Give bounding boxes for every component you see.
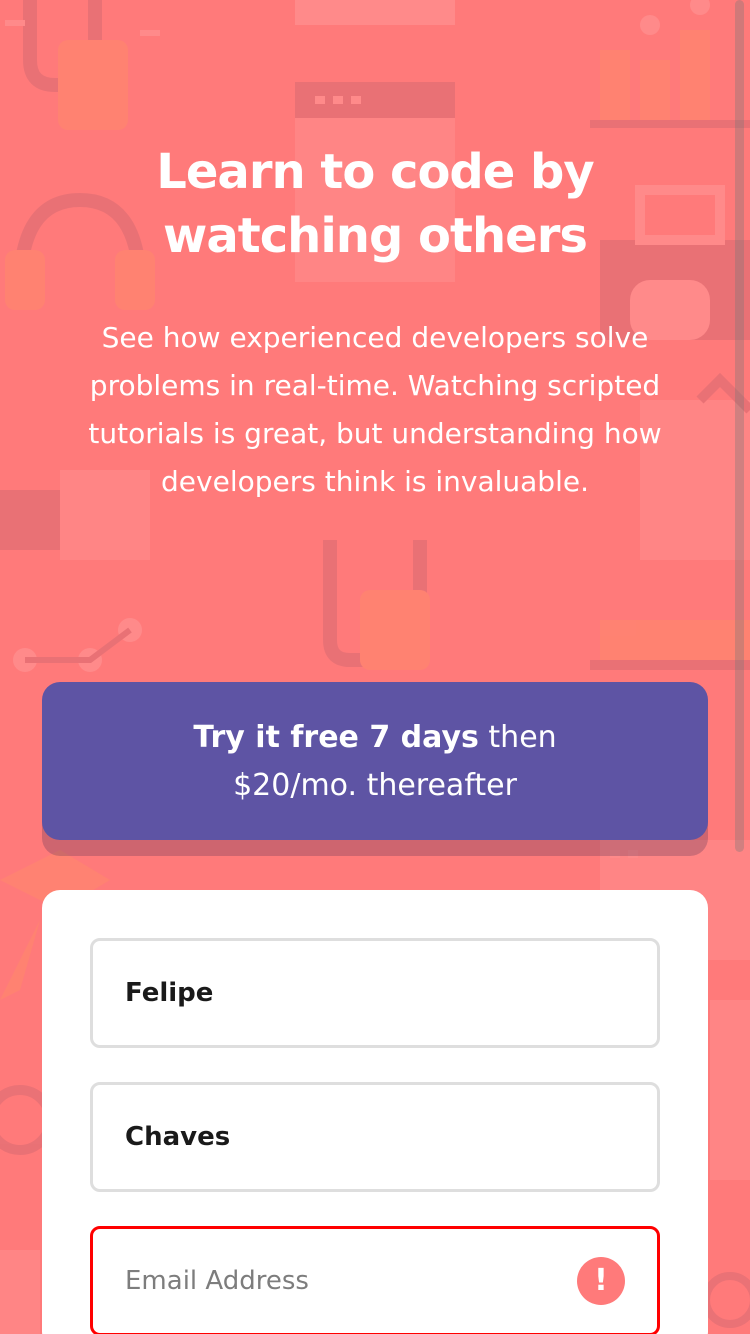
email-field[interactable]: !: [90, 1226, 660, 1334]
promo-price-text: $20/mo. thereafter: [233, 768, 517, 803]
scrollbar[interactable]: [735, 0, 744, 852]
hero-title-line-2: watching others: [163, 208, 588, 264]
promo-line-1: Try it free 7 days then: [42, 714, 708, 762]
promo-banner: Try it free 7 days then $20/mo. thereaft…: [42, 682, 708, 840]
hero-title-line-1: Learn to code by: [156, 144, 594, 200]
last-name-input[interactable]: [125, 1085, 555, 1189]
promo-trial-text: Try it free 7 days: [193, 720, 479, 755]
promo-then-text: then: [478, 720, 557, 755]
error-alert-icon: !: [577, 1257, 625, 1305]
first-name-field[interactable]: [90, 938, 660, 1048]
hero-title: Learn to code by watching others: [0, 140, 750, 268]
hero-subtitle: See how experienced developers solve pro…: [88, 321, 662, 498]
last-name-field[interactable]: [90, 1082, 660, 1192]
first-name-input[interactable]: [125, 941, 555, 1045]
signup-form-card: !: [42, 890, 708, 1334]
email-input[interactable]: [125, 1229, 555, 1333]
